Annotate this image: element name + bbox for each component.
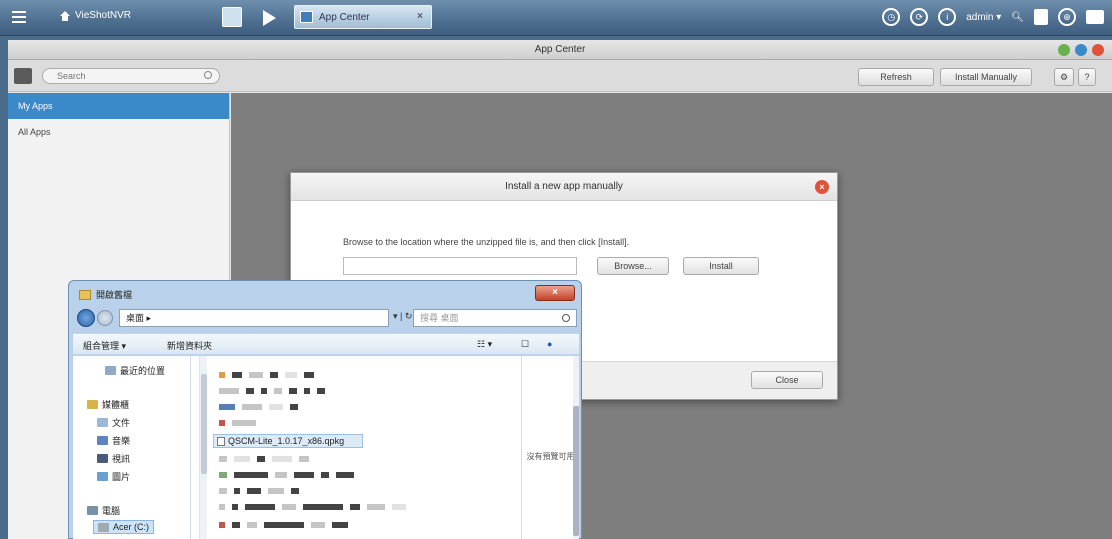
app-center-icon [300,11,313,23]
search-icon[interactable] [204,71,212,79]
list-item[interactable] [219,456,309,462]
refresh-icon[interactable]: ▾ | ↻ [393,311,412,322]
tree-item-libraries[interactable]: 媒體櫃 [87,398,129,411]
list-item[interactable] [219,488,299,494]
dashboard-icon[interactable] [1086,10,1104,24]
background-task-icon[interactable]: ◷ [882,8,901,26]
view-options-icon[interactable]: ☷ ▾ [477,339,492,350]
tree-item-videos[interactable]: 視訊 [97,452,130,465]
view-toggle-icon[interactable] [14,68,32,84]
document-icon [97,418,108,427]
file-path-input[interactable] [343,257,577,275]
main-menu-icon[interactable] [8,8,30,28]
explorer-command-bar: 組合管理 ▾ 新增資料夾 ☷ ▾ ☐ ● [73,333,579,355]
picture-icon [97,472,108,481]
address-bar[interactable]: 桌面 ▸ [119,309,389,327]
help-button[interactable]: ? [1078,68,1096,86]
tree-item-recent[interactable]: 最近的位置 [105,364,165,377]
tree-item-pictures[interactable]: 圖片 [97,470,130,483]
list-item[interactable] [219,472,354,478]
install-manually-button[interactable]: Install Manually [940,68,1032,86]
window-title-bar: App Center [8,40,1112,60]
sidebar-item-all-apps[interactable]: All Apps [8,119,229,145]
user-menu[interactable]: admin ▾ [966,12,1001,23]
explorer-title-text: 開啟舊檔 [96,290,133,300]
language-icon[interactable]: ⊕ [1058,8,1076,26]
tree-item-drive-c[interactable]: Acer (C:) [93,520,154,534]
dialog-title: Install a new app manually [505,181,623,192]
home-button[interactable]: VieShotNVR [60,10,131,21]
list-item[interactable] [219,522,348,528]
preview-pane-icon[interactable]: ☐ [521,339,529,350]
file-open-window: 開啟舊檔 × 桌面 ▸ ▾ | ↻ 搜尋 桌面 組合管理 ▾ 新增資料夾 ☷ ▾… [68,280,582,539]
explorer-search-input[interactable]: 搜尋 桌面 [413,309,577,327]
computer-icon [87,506,98,515]
tab-close-icon[interactable]: × [417,11,423,22]
back-arrow-icon[interactable] [77,309,95,327]
maximize-button[interactable] [1075,44,1087,56]
navigation-tree: 最近的位置 媒體櫃 文件 音樂 視訊 圖片 電腦 Acer (C:) [73,356,191,539]
close-button[interactable] [1092,44,1104,56]
explorer-close-button[interactable]: × [535,285,575,301]
music-icon [97,436,108,445]
minimize-button[interactable] [1058,44,1070,56]
new-folder-button[interactable]: 新增資料夾 [167,339,212,352]
app-toolbar: Refresh Install Manually ⚙ ? [8,60,1112,92]
file-list: QSCM-Lite_1.0.17_x86.qpkg [209,356,521,539]
monitor-icon[interactable] [222,7,242,27]
list-item[interactable] [219,504,406,510]
file-list-scrollbar[interactable] [573,356,579,539]
tab-app-center[interactable]: App Center × [294,5,432,29]
top-bar: VieShotNVR App Center × ◷ ⟳ i admin ▾ 🔍︎… [0,0,1112,36]
file-icon [217,437,225,446]
library-icon [87,400,98,409]
external-device-icon[interactable]: ⟳ [910,8,929,26]
qpkg-file-item[interactable]: QSCM-Lite_1.0.17_x86.qpkg [213,434,363,448]
recent-places-icon [105,366,116,375]
window-controls [1058,44,1104,56]
search-icon [562,314,570,322]
list-item[interactable] [219,404,298,410]
tree-item-music[interactable]: 音樂 [97,434,130,447]
home-icon [60,10,70,21]
settings-icon[interactable]: ⚙ [1054,68,1074,86]
organize-button[interactable]: 組合管理 ▾ [83,339,126,352]
search-icon[interactable]: 🔍︎ [1011,12,1024,23]
list-item[interactable] [219,372,314,378]
dialog-message: Browse to the location where the unzippe… [343,237,630,247]
dialog-title-bar: Install a new app manually × [291,173,837,201]
install-button[interactable]: Install [683,257,759,275]
explorer-body: 最近的位置 媒體櫃 文件 音樂 視訊 圖片 電腦 Acer (C:) QSCM-… [73,356,579,539]
list-item[interactable] [219,420,256,426]
play-icon[interactable] [263,10,276,26]
drive-icon [98,522,109,532]
browse-button[interactable]: Browse... [597,257,669,275]
forward-arrow-icon[interactable] [97,310,113,326]
help-icon[interactable] [1034,9,1048,25]
qpkg-file-name: QSCM-Lite_1.0.17_x86.qpkg [228,436,345,446]
dialog-close-button[interactable]: Close [751,371,823,389]
tab-label: App Center [319,12,370,23]
explorer-nav-bar: 桌面 ▸ ▾ | ↻ 搜尋 桌面 [75,307,577,329]
tree-scroll-thumb[interactable] [201,374,207,474]
preview-pane: 沒有預覽可用 [521,356,579,539]
tree-item-documents[interactable]: 文件 [97,416,130,429]
window-title: App Center [534,44,586,55]
explorer-title: 開啟舊檔 [79,288,132,301]
explorer-search-placeholder: 搜尋 桌面 [420,313,459,323]
info-icon[interactable]: i [938,8,957,26]
dialog-close-icon[interactable]: × [815,180,829,194]
list-item[interactable] [219,388,325,394]
tree-scrollbar[interactable] [199,356,207,539]
help-icon[interactable]: ● [547,339,552,349]
search-input[interactable] [42,68,220,84]
refresh-button[interactable]: Refresh [858,68,934,86]
home-label: VieShotNVR [75,10,131,21]
top-right-tools: ◷ ⟳ i admin ▾ 🔍︎ ⊕ [882,8,1104,26]
folder-icon [79,289,91,300]
tree-item-computer[interactable]: 電腦 [87,504,120,517]
sidebar-item-my-apps[interactable]: My Apps [8,93,229,119]
file-list-scroll-thumb[interactable] [573,406,579,536]
video-icon [97,454,108,463]
